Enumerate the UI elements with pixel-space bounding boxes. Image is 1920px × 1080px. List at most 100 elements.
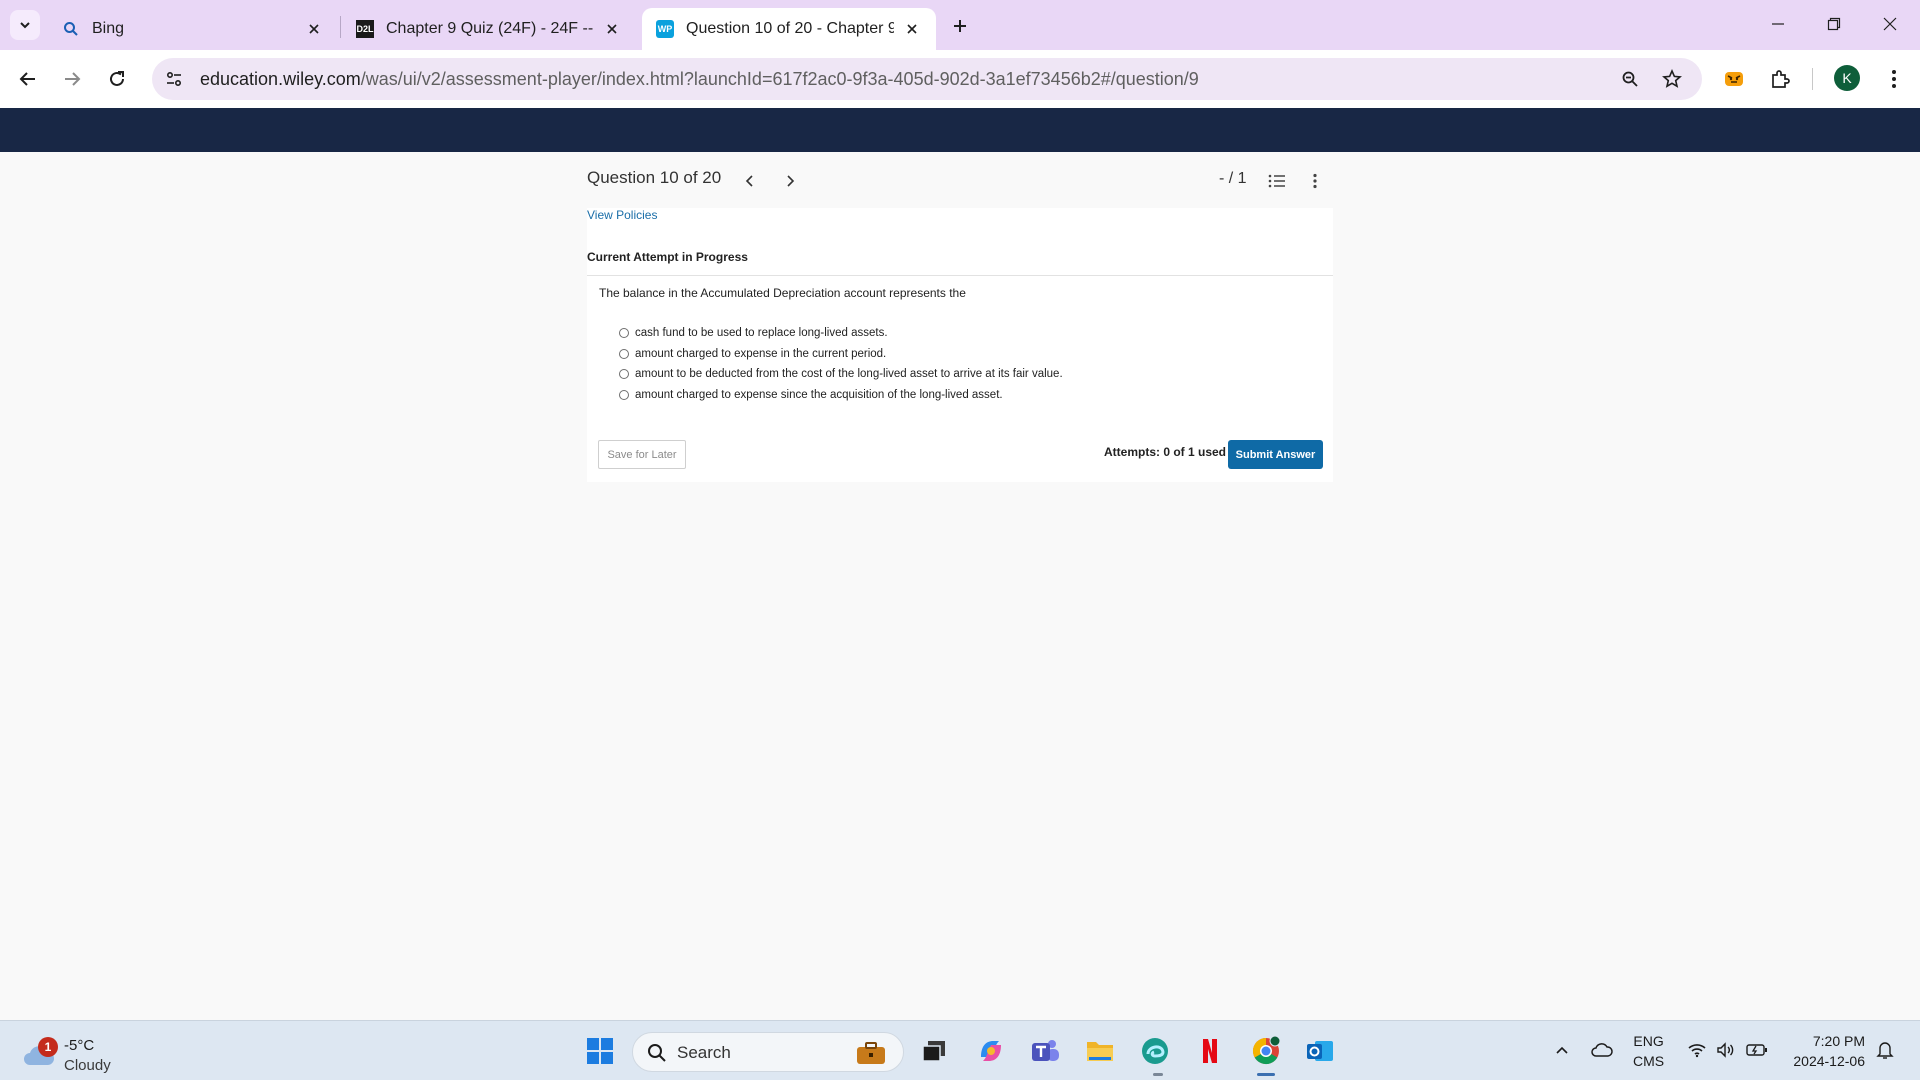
question-counter: Question 10 of 20 bbox=[587, 168, 722, 187]
forward-button[interactable] bbox=[56, 63, 88, 95]
task-view-button[interactable] bbox=[914, 1031, 954, 1071]
briefcase-icon bbox=[857, 1042, 885, 1064]
answer-option-2[interactable]: amount charged to expense in the current… bbox=[619, 345, 886, 363]
question-header: Question 10 of 20 - / 1 bbox=[587, 160, 1335, 202]
previous-question-button[interactable] bbox=[739, 170, 761, 192]
close-tab-icon[interactable] bbox=[304, 19, 324, 39]
tab-strip: Bing D2L Chapter 9 Quiz (24F) - 24F --Fi… bbox=[0, 0, 1920, 50]
site-settings-icon[interactable] bbox=[158, 63, 190, 95]
forward-arrow-icon bbox=[65, 72, 81, 86]
toolbar-divider bbox=[1812, 68, 1813, 90]
browser-toolbar: education.wiley.com/was/ui/v2/assessment… bbox=[0, 50, 1920, 108]
outlook-app-icon[interactable] bbox=[1300, 1031, 1340, 1071]
search-icon bbox=[648, 1044, 666, 1062]
chrome-app-icon[interactable] bbox=[1246, 1031, 1286, 1071]
view-policies-link[interactable]: View Policies bbox=[587, 208, 657, 222]
minimize-button[interactable] bbox=[1750, 0, 1806, 48]
zoom-icon[interactable] bbox=[1614, 63, 1646, 95]
tab-title: Bing bbox=[92, 20, 125, 37]
radio-button[interactable] bbox=[619, 390, 629, 400]
tab-title: Question 10 of 20 - Chapter 9 C bbox=[686, 20, 894, 37]
close-icon bbox=[1883, 17, 1897, 31]
tab-bing[interactable]: Bing bbox=[48, 8, 338, 50]
minimize-icon bbox=[1772, 23, 1784, 25]
copilot-app-icon[interactable] bbox=[971, 1031, 1011, 1071]
reload-icon bbox=[110, 71, 124, 86]
question-card: View Policies Current Attempt in Progres… bbox=[587, 208, 1333, 482]
back-arrow-icon bbox=[19, 72, 35, 86]
search-label: Search bbox=[677, 1043, 731, 1062]
next-question-button[interactable] bbox=[779, 170, 801, 192]
radio-button[interactable] bbox=[619, 349, 629, 359]
wifi-icon[interactable] bbox=[1684, 1037, 1710, 1063]
new-tab-button[interactable] bbox=[944, 10, 976, 42]
restore-icon bbox=[1827, 17, 1841, 31]
answer-option-4[interactable]: amount charged to expense since the acqu… bbox=[619, 386, 1003, 404]
chevron-down-icon bbox=[20, 22, 30, 29]
task-view-icon bbox=[922, 1041, 945, 1062]
windows-logo-icon bbox=[587, 1038, 613, 1064]
extension-tiger-icon[interactable] bbox=[1718, 63, 1750, 95]
site-header-band bbox=[0, 108, 1920, 152]
save-for-later-button[interactable]: Save for Later bbox=[598, 440, 686, 469]
question-list-icon[interactable] bbox=[1265, 169, 1289, 193]
profile-avatar[interactable]: K bbox=[1834, 65, 1860, 91]
more-options-icon[interactable] bbox=[1303, 169, 1327, 193]
netflix-app-icon[interactable] bbox=[1190, 1031, 1230, 1071]
notifications-bell-icon[interactable] bbox=[1872, 1037, 1898, 1063]
radio-button[interactable] bbox=[619, 328, 629, 338]
tab-question[interactable]: WP Question 10 of 20 - Chapter 9 C bbox=[642, 8, 936, 50]
answer-option-label: cash fund to be used to replace long-liv… bbox=[635, 327, 888, 339]
input-language-indicator[interactable]: ENG CMS bbox=[1633, 1031, 1664, 1071]
answer-option-label: amount charged to expense since the acqu… bbox=[635, 389, 1003, 401]
bookmark-star-icon[interactable] bbox=[1656, 63, 1688, 95]
edge-app-icon[interactable] bbox=[1135, 1031, 1175, 1071]
clock-time: 7:20 PM bbox=[1812, 1033, 1865, 1049]
extensions-puzzle-icon[interactable] bbox=[1764, 63, 1796, 95]
close-tab-icon[interactable] bbox=[902, 19, 922, 39]
volume-icon[interactable] bbox=[1713, 1037, 1739, 1063]
question-text: The balance in the Accumulated Depreciat… bbox=[599, 286, 966, 300]
weather-badge: 1 bbox=[38, 1037, 58, 1057]
weather-condition: Cloudy bbox=[64, 1057, 111, 1074]
answer-option-label: amount to be deducted from the cost of t… bbox=[635, 368, 1063, 380]
answer-option-label: amount charged to expense in the current… bbox=[635, 348, 887, 360]
show-hidden-icons-chevron-icon[interactable] bbox=[1549, 1037, 1575, 1063]
url-text[interactable]: education.wiley.com/was/ui/v2/assessment… bbox=[200, 69, 1199, 90]
start-button[interactable] bbox=[580, 1031, 620, 1071]
weather-widget[interactable]: 1 -5°C Cloudy bbox=[20, 1029, 130, 1074]
chevron-right-icon bbox=[787, 175, 795, 187]
tab-title: Chapter 9 Quiz (24F) - 24F --Fin bbox=[386, 20, 594, 37]
onedrive-cloud-icon[interactable] bbox=[1589, 1037, 1615, 1063]
tab-separator bbox=[340, 16, 341, 38]
answer-option-3[interactable]: amount to be deducted from the cost of t… bbox=[619, 365, 1063, 383]
chevron-left-icon bbox=[745, 175, 753, 187]
close-tab-icon[interactable] bbox=[602, 19, 622, 39]
tab-search-button[interactable] bbox=[10, 10, 40, 40]
reload-button[interactable] bbox=[101, 63, 133, 95]
divider bbox=[587, 275, 1333, 276]
attempts-counter: Attempts: 0 of 1 used bbox=[1104, 445, 1227, 459]
battery-icon[interactable] bbox=[1744, 1037, 1770, 1063]
url-host: education.wiley.com bbox=[200, 68, 361, 89]
restore-button[interactable] bbox=[1806, 0, 1862, 48]
wileyplus-logo-icon: WP bbox=[656, 20, 674, 38]
search-icon bbox=[62, 20, 80, 38]
attempt-status-heading: Current Attempt in Progress bbox=[587, 250, 748, 264]
back-button[interactable] bbox=[12, 63, 44, 95]
close-window-button[interactable] bbox=[1862, 0, 1918, 48]
address-bar[interactable]: education.wiley.com/was/ui/v2/assessment… bbox=[152, 58, 1702, 100]
teams-app-icon[interactable] bbox=[1025, 1031, 1065, 1071]
answer-option-1[interactable]: cash fund to be used to replace long-liv… bbox=[619, 324, 888, 342]
url-path: /was/ui/v2/assessment-player/index.html?… bbox=[360, 68, 1199, 89]
edge-running-indicator bbox=[1153, 1073, 1163, 1076]
chrome-active-indicator bbox=[1257, 1073, 1275, 1076]
file-explorer-app-icon[interactable] bbox=[1080, 1031, 1120, 1071]
taskbar-search-box[interactable]: Search bbox=[632, 1032, 904, 1072]
submit-answer-button[interactable]: Submit Answer bbox=[1228, 440, 1323, 469]
tab-d2l-quiz[interactable]: D2L Chapter 9 Quiz (24F) - 24F --Fin bbox=[342, 8, 636, 50]
browser-menu-button[interactable] bbox=[1878, 63, 1910, 95]
clock-date: 2024-12-06 bbox=[1793, 1053, 1865, 1069]
system-clock[interactable]: 7:20 PM 2024-12-06 bbox=[1785, 1031, 1865, 1071]
radio-button[interactable] bbox=[619, 369, 629, 379]
